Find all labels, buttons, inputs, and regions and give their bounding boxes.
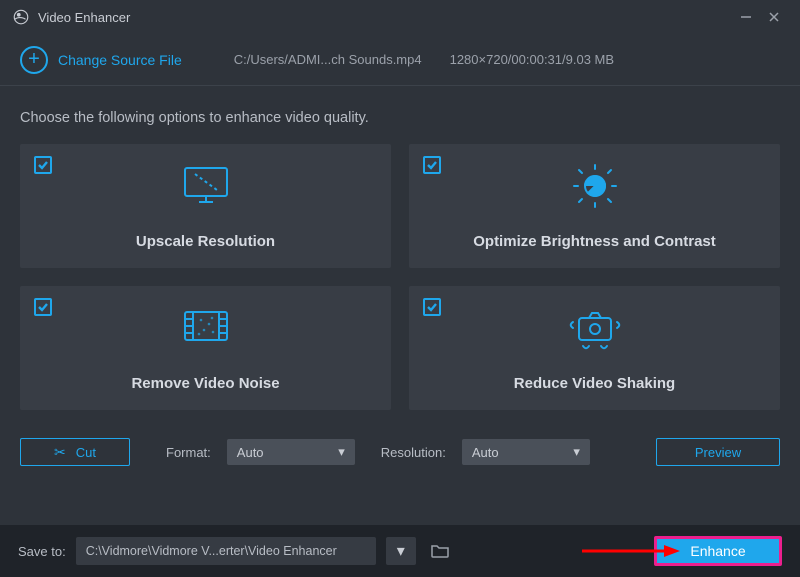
option-cards: Upscale Resolution Optimize Brightnes (20, 144, 780, 410)
card-label: Reduce Video Shaking (514, 375, 675, 392)
camera-shake-icon (565, 306, 625, 355)
app-icon (12, 8, 30, 26)
checkbox-icon[interactable] (423, 298, 441, 316)
card-label: Optimize Brightness and Contrast (473, 233, 716, 250)
cut-button[interactable]: ✂ Cut (20, 438, 130, 466)
format-label: Format: (166, 445, 211, 460)
resolution-select[interactable]: Auto ▾ (462, 439, 590, 465)
toolbar: ✂ Cut Format: Auto ▾ Resolution: Auto ▾ … (20, 438, 780, 482)
resolution-label: Resolution: (381, 445, 446, 460)
chevron-down-icon: ▾ (573, 444, 580, 460)
save-bar: Save to: C:\Vidmore\Vidmore V...erter\Vi… (0, 525, 800, 577)
checkbox-icon[interactable] (34, 156, 52, 174)
enhance-button[interactable]: Enhance (654, 536, 782, 566)
chevron-down-icon: ▾ (397, 541, 405, 561)
monitor-icon (179, 164, 233, 213)
film-icon (179, 306, 233, 351)
minimize-button[interactable] (732, 3, 760, 31)
cut-label: Cut (76, 445, 96, 460)
resolution-value: Auto (472, 445, 499, 460)
scissors-icon: ✂ (54, 444, 66, 461)
title-bar: Video Enhancer (0, 0, 800, 34)
card-reduce-video-shaking[interactable]: Reduce Video Shaking (409, 286, 780, 410)
folder-icon (430, 543, 450, 559)
enhance-label: Enhance (690, 543, 745, 559)
save-path-value: C:\Vidmore\Vidmore V...erter\Video Enhan… (86, 544, 337, 558)
close-button[interactable] (760, 3, 788, 31)
save-path-dropdown[interactable]: ▾ (386, 537, 416, 565)
source-bar: + Change Source File C:/Users/ADMI...ch … (0, 34, 800, 86)
save-to-label: Save to: (18, 544, 66, 559)
add-source-icon[interactable]: + (20, 46, 48, 74)
card-remove-video-noise[interactable]: Remove Video Noise (20, 286, 391, 410)
format-value: Auto (237, 445, 264, 460)
card-upscale-resolution[interactable]: Upscale Resolution (20, 144, 391, 268)
source-meta: 1280×720/00:00:31/9.03 MB (450, 52, 614, 67)
source-path: C:/Users/ADMI...ch Sounds.mp4 (234, 52, 422, 67)
format-select[interactable]: Auto ▾ (227, 439, 355, 465)
chevron-down-icon: ▾ (338, 444, 345, 460)
preview-label: Preview (695, 445, 741, 460)
preview-button[interactable]: Preview (656, 438, 780, 466)
checkbox-icon[interactable] (423, 156, 441, 174)
browse-folder-button[interactable] (426, 537, 454, 565)
change-source-link[interactable]: Change Source File (58, 52, 182, 68)
save-path-input[interactable]: C:\Vidmore\Vidmore V...erter\Video Enhan… (76, 537, 376, 565)
main-area: Choose the following options to enhance … (0, 86, 800, 482)
card-label: Upscale Resolution (136, 233, 275, 250)
card-label: Remove Video Noise (131, 375, 279, 392)
checkbox-icon[interactable] (34, 298, 52, 316)
window-title: Video Enhancer (38, 10, 130, 25)
instruction-text: Choose the following options to enhance … (20, 110, 780, 126)
sun-icon (568, 164, 622, 213)
card-optimize-brightness[interactable]: Optimize Brightness and Contrast (409, 144, 780, 268)
